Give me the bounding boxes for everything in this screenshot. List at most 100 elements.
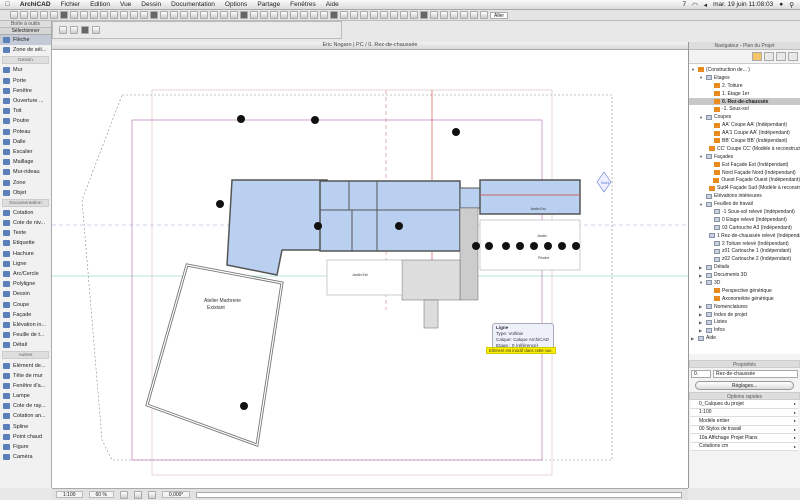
disclosure-open-icon[interactable]: ▼: [699, 115, 704, 120]
toolbar-button[interactable]: [200, 11, 208, 19]
toolbar-button[interactable]: [280, 11, 288, 19]
wifi-icon[interactable]: ◠: [692, 1, 698, 9]
tool-doc-6[interactable]: Arc/Cercle: [0, 269, 51, 279]
tree-item[interactable]: 1 Rez-de-chaussée relevé (Indépendant): [689, 232, 800, 240]
tool-autres-1[interactable]: Tête de mur: [0, 371, 51, 381]
tool-doc-11[interactable]: Elévation in...: [0, 320, 51, 330]
disclosure-closed-icon[interactable]: ▶: [699, 265, 704, 270]
disclosure-closed-icon[interactable]: ▶: [699, 320, 704, 325]
tree-item[interactable]: 0 Etage relevé (Indépendant): [689, 216, 800, 224]
info-box-control[interactable]: [59, 26, 67, 34]
quick-option-3[interactable]: 00 Stylos de travail: [691, 425, 798, 434]
toolbar-button[interactable]: [270, 11, 278, 19]
tree-item[interactable]: ▼ 3D: [689, 279, 800, 287]
toolbar-button[interactable]: [460, 11, 468, 19]
toolbar-button[interactable]: [70, 11, 78, 19]
plan-canvas[interactable]: Atelier Marbrerie Existant Jardin Est Ja…: [52, 50, 688, 488]
toolbar-button[interactable]: [220, 11, 228, 19]
toolbar-button[interactable]: [160, 11, 168, 19]
tree-item[interactable]: -1. Sous-sol: [689, 105, 800, 113]
tool-dessin-0[interactable]: Mur: [0, 65, 51, 75]
toolbar-button[interactable]: [120, 11, 128, 19]
toolbar-button[interactable]: [110, 11, 118, 19]
zoom-out-icon[interactable]: [133, 490, 142, 499]
tree-item[interactable]: ▼ Feuilles de travail: [689, 200, 800, 208]
menu-2[interactable]: Vue: [115, 1, 136, 8]
tool-doc-8[interactable]: Dessin: [0, 289, 51, 299]
story-name-field[interactable]: Rez-de-chaussée: [713, 370, 798, 378]
section-dessin[interactable]: Dessin: [2, 56, 49, 65]
toolbar-button[interactable]: [340, 11, 348, 19]
tree-item[interactable]: -1 Sous-sol relevé (Indépendant): [689, 208, 800, 216]
tree-item[interactable]: 2 Toiture relevé (Indépendant): [689, 240, 800, 248]
tool-top-0[interactable]: Flèche: [0, 35, 51, 46]
tool-doc-2[interactable]: Texte: [0, 228, 51, 238]
tree-item[interactable]: ▼ Façades: [689, 153, 800, 161]
tool-dessin-7[interactable]: Dalle: [0, 137, 51, 147]
toolbar-button[interactable]: [190, 11, 198, 19]
menu-5[interactable]: Options: [220, 1, 252, 8]
tool-autres-2[interactable]: Fenêtre d'a...: [0, 381, 51, 391]
tree-item[interactable]: Elévations intérieures: [689, 192, 800, 200]
tool-dessin-4[interactable]: Toit: [0, 106, 51, 116]
toolbar-button[interactable]: [310, 11, 318, 19]
tool-dessin-3[interactable]: Ouverture ...: [0, 96, 51, 106]
section-doc[interactable]: Documentation: [2, 198, 49, 207]
menu-6[interactable]: Partage: [252, 1, 285, 8]
tree-item[interactable]: 03 Cartouche A3 (Indépendant): [689, 224, 800, 232]
scale-field[interactable]: 1:100: [56, 491, 83, 498]
toolbar-button[interactable]: [410, 11, 418, 19]
disclosure-closed-icon[interactable]: ▶: [691, 336, 696, 341]
toolbar-button[interactable]: [180, 11, 188, 19]
tree-item[interactable]: Axonométrie générique: [689, 295, 800, 303]
menu-4[interactable]: Documentation: [166, 1, 220, 8]
toolbar-button[interactable]: [380, 11, 388, 19]
section-autres[interactable]: Autres: [2, 351, 49, 360]
disclosure-closed-icon[interactable]: ▶: [699, 328, 704, 333]
tool-autres-4[interactable]: Cote de ray...: [0, 401, 51, 411]
toolbar-button[interactable]: [40, 11, 48, 19]
zoom-field[interactable]: 60 %: [88, 491, 114, 498]
tree-item[interactable]: ▶ Infos: [689, 326, 800, 334]
toolbar-button[interactable]: [10, 11, 18, 19]
tool-dessin-2[interactable]: Fenêtre: [0, 86, 51, 96]
volume-icon[interactable]: ◂: [704, 1, 707, 9]
tool-dessin-5[interactable]: Poutre: [0, 116, 51, 126]
tool-autres-8[interactable]: Figure: [0, 442, 51, 452]
story-id-field[interactable]: 0.: [691, 370, 711, 378]
toolbar-button[interactable]: [470, 11, 478, 19]
tree-item[interactable]: Sud4 Façade Sud (Modèle à reconstruction…: [689, 184, 800, 192]
user-icon[interactable]: ●: [779, 1, 783, 8]
project-map-icon[interactable]: [752, 52, 762, 61]
toolbar-button[interactable]: [320, 11, 328, 19]
toolbar-button[interactable]: [440, 11, 448, 19]
tool-top-1[interactable]: Zone de sél...: [0, 45, 51, 55]
tree-item[interactable]: BB' Coupe BB' (Indépendant): [689, 137, 800, 145]
layout-book-icon[interactable]: [776, 52, 786, 61]
disclosure-closed-icon[interactable]: ▶: [699, 304, 704, 309]
menu-8[interactable]: Aide: [321, 1, 344, 8]
quick-option-5[interactable]: Cotations cm: [691, 442, 798, 451]
tool-autres-7[interactable]: Point chaud: [0, 432, 51, 442]
publisher-icon[interactable]: [788, 52, 798, 61]
tool-doc-5[interactable]: Ligne: [0, 259, 51, 269]
toolbar-button[interactable]: [150, 11, 158, 19]
toolbar-button[interactable]: [100, 11, 108, 19]
toolbar-button[interactable]: [390, 11, 398, 19]
tree-item[interactable]: Nord Façade Nord (Indépendant): [689, 169, 800, 177]
tree-item[interactable]: Ouest Façade Ouest (Indépendant): [689, 176, 800, 184]
tool-doc-12[interactable]: Feuille de t...: [0, 330, 51, 340]
toolbar-button[interactable]: [240, 11, 248, 19]
toolbar-button[interactable]: [300, 11, 308, 19]
toolbar-button[interactable]: [170, 11, 178, 19]
menu-0[interactable]: Fichier: [56, 1, 86, 8]
toolbar-button[interactable]: [80, 11, 88, 19]
toolbar-button[interactable]: [30, 11, 38, 19]
disclosure-closed-icon[interactable]: ▶: [699, 273, 704, 278]
tree-item[interactable]: Perspective générique: [689, 287, 800, 295]
quick-option-0[interactable]: 0_Calques du projet: [691, 400, 798, 409]
tool-dessin-11[interactable]: Zone: [0, 177, 51, 187]
tool-dessin-1[interactable]: Porte: [0, 76, 51, 86]
toolbar-button[interactable]: [330, 11, 338, 19]
toolbar-button[interactable]: [350, 11, 358, 19]
